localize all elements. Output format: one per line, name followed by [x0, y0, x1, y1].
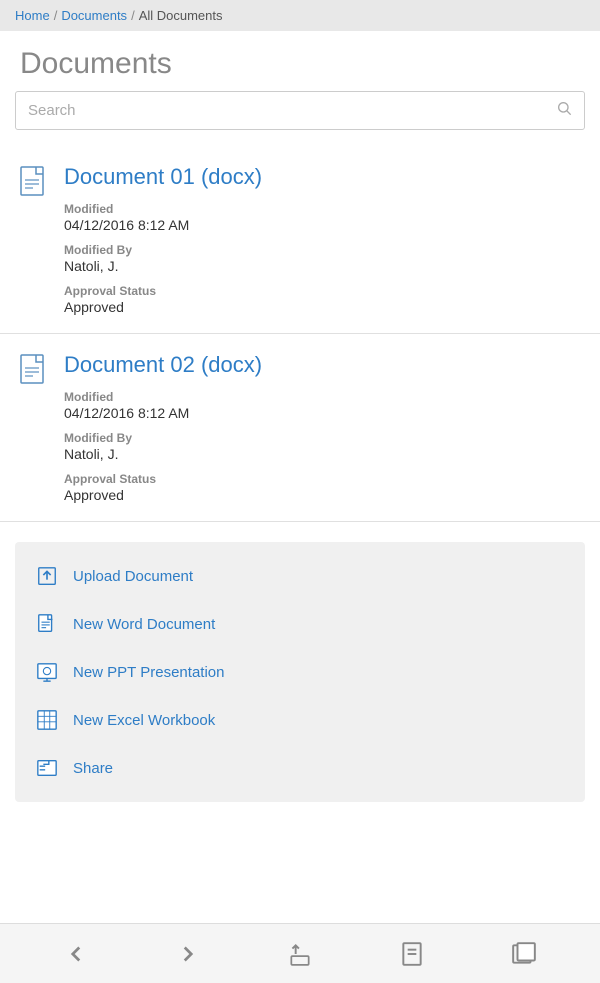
- document-info: Document 01 (docx) Modified 04/12/2016 8…: [64, 164, 580, 315]
- upload-document-button[interactable]: Upload Document: [15, 552, 585, 600]
- upload-icon: [35, 564, 59, 588]
- modified-label: Modified: [64, 390, 580, 404]
- bottom-toolbar: [0, 923, 600, 983]
- share-button[interactable]: Share: [15, 744, 585, 792]
- document-item: Document 02 (docx) Modified 04/12/2016 8…: [0, 334, 600, 522]
- share-toolbar-button[interactable]: [279, 933, 321, 975]
- breadcrumb-sep-2: /: [131, 8, 135, 23]
- breadcrumb: Home / Documents / All Documents: [0, 0, 600, 31]
- breadcrumb-documents[interactable]: Documents: [61, 8, 127, 23]
- modified-by-field: Modified By Natoli, J.: [64, 431, 580, 462]
- approval-label: Approval Status: [64, 472, 580, 486]
- document-title[interactable]: Document 01 (docx): [64, 164, 580, 190]
- breadcrumb-current: All Documents: [139, 8, 223, 23]
- modified-label: Modified: [64, 202, 580, 216]
- approval-value: Approved: [64, 487, 580, 503]
- new-excel-button[interactable]: New Excel Workbook: [15, 696, 585, 744]
- page-title: Documents: [0, 31, 600, 91]
- approval-field: Approval Status Approved: [64, 472, 580, 503]
- action-panel: Upload Document New Word Document: [15, 542, 585, 802]
- search-icon: [556, 100, 572, 121]
- document-meta: Modified 04/12/2016 8:12 AM Modified By …: [64, 202, 580, 315]
- document-info: Document 02 (docx) Modified 04/12/2016 8…: [64, 352, 580, 503]
- document-meta: Modified 04/12/2016 8:12 AM Modified By …: [64, 390, 580, 503]
- document-icon: [20, 166, 50, 207]
- modified-by-value: Natoli, J.: [64, 446, 580, 462]
- word-icon: [35, 612, 59, 636]
- new-ppt-button[interactable]: New PPT Presentation: [15, 648, 585, 696]
- new-excel-label: New Excel Workbook: [73, 712, 215, 729]
- ppt-icon: [35, 660, 59, 684]
- bookmarks-button[interactable]: [391, 933, 433, 975]
- modified-value: 04/12/2016 8:12 AM: [64, 217, 580, 233]
- modified-field: Modified 04/12/2016 8:12 AM: [64, 390, 580, 421]
- excel-icon: [35, 708, 59, 732]
- new-ppt-label: New PPT Presentation: [73, 664, 224, 681]
- modified-by-value: Natoli, J.: [64, 258, 580, 274]
- modified-by-field: Modified By Natoli, J.: [64, 243, 580, 274]
- approval-label: Approval Status: [64, 284, 580, 298]
- modified-field: Modified 04/12/2016 8:12 AM: [64, 202, 580, 233]
- share-label: Share: [73, 760, 113, 777]
- tabs-button[interactable]: [503, 933, 545, 975]
- modified-value: 04/12/2016 8:12 AM: [64, 405, 580, 421]
- document-icon: [20, 354, 50, 395]
- upload-document-label: Upload Document: [73, 568, 193, 585]
- modified-by-label: Modified By: [64, 243, 580, 257]
- document-list: Document 01 (docx) Modified 04/12/2016 8…: [0, 146, 600, 522]
- main-content: Documents Document 01 (: [0, 31, 600, 923]
- breadcrumb-home[interactable]: Home: [15, 8, 50, 23]
- approval-value: Approved: [64, 299, 580, 315]
- search-bar: [15, 91, 585, 130]
- new-word-document-button[interactable]: New Word Document: [15, 600, 585, 648]
- modified-by-label: Modified By: [64, 431, 580, 445]
- document-title[interactable]: Document 02 (docx): [64, 352, 580, 378]
- share-icon: [35, 756, 59, 780]
- back-button[interactable]: [55, 933, 97, 975]
- document-item: Document 01 (docx) Modified 04/12/2016 8…: [0, 146, 600, 334]
- new-word-label: New Word Document: [73, 616, 215, 633]
- breadcrumb-sep-1: /: [54, 8, 58, 23]
- search-input[interactable]: [28, 102, 556, 119]
- forward-button[interactable]: [167, 933, 209, 975]
- approval-field: Approval Status Approved: [64, 284, 580, 315]
